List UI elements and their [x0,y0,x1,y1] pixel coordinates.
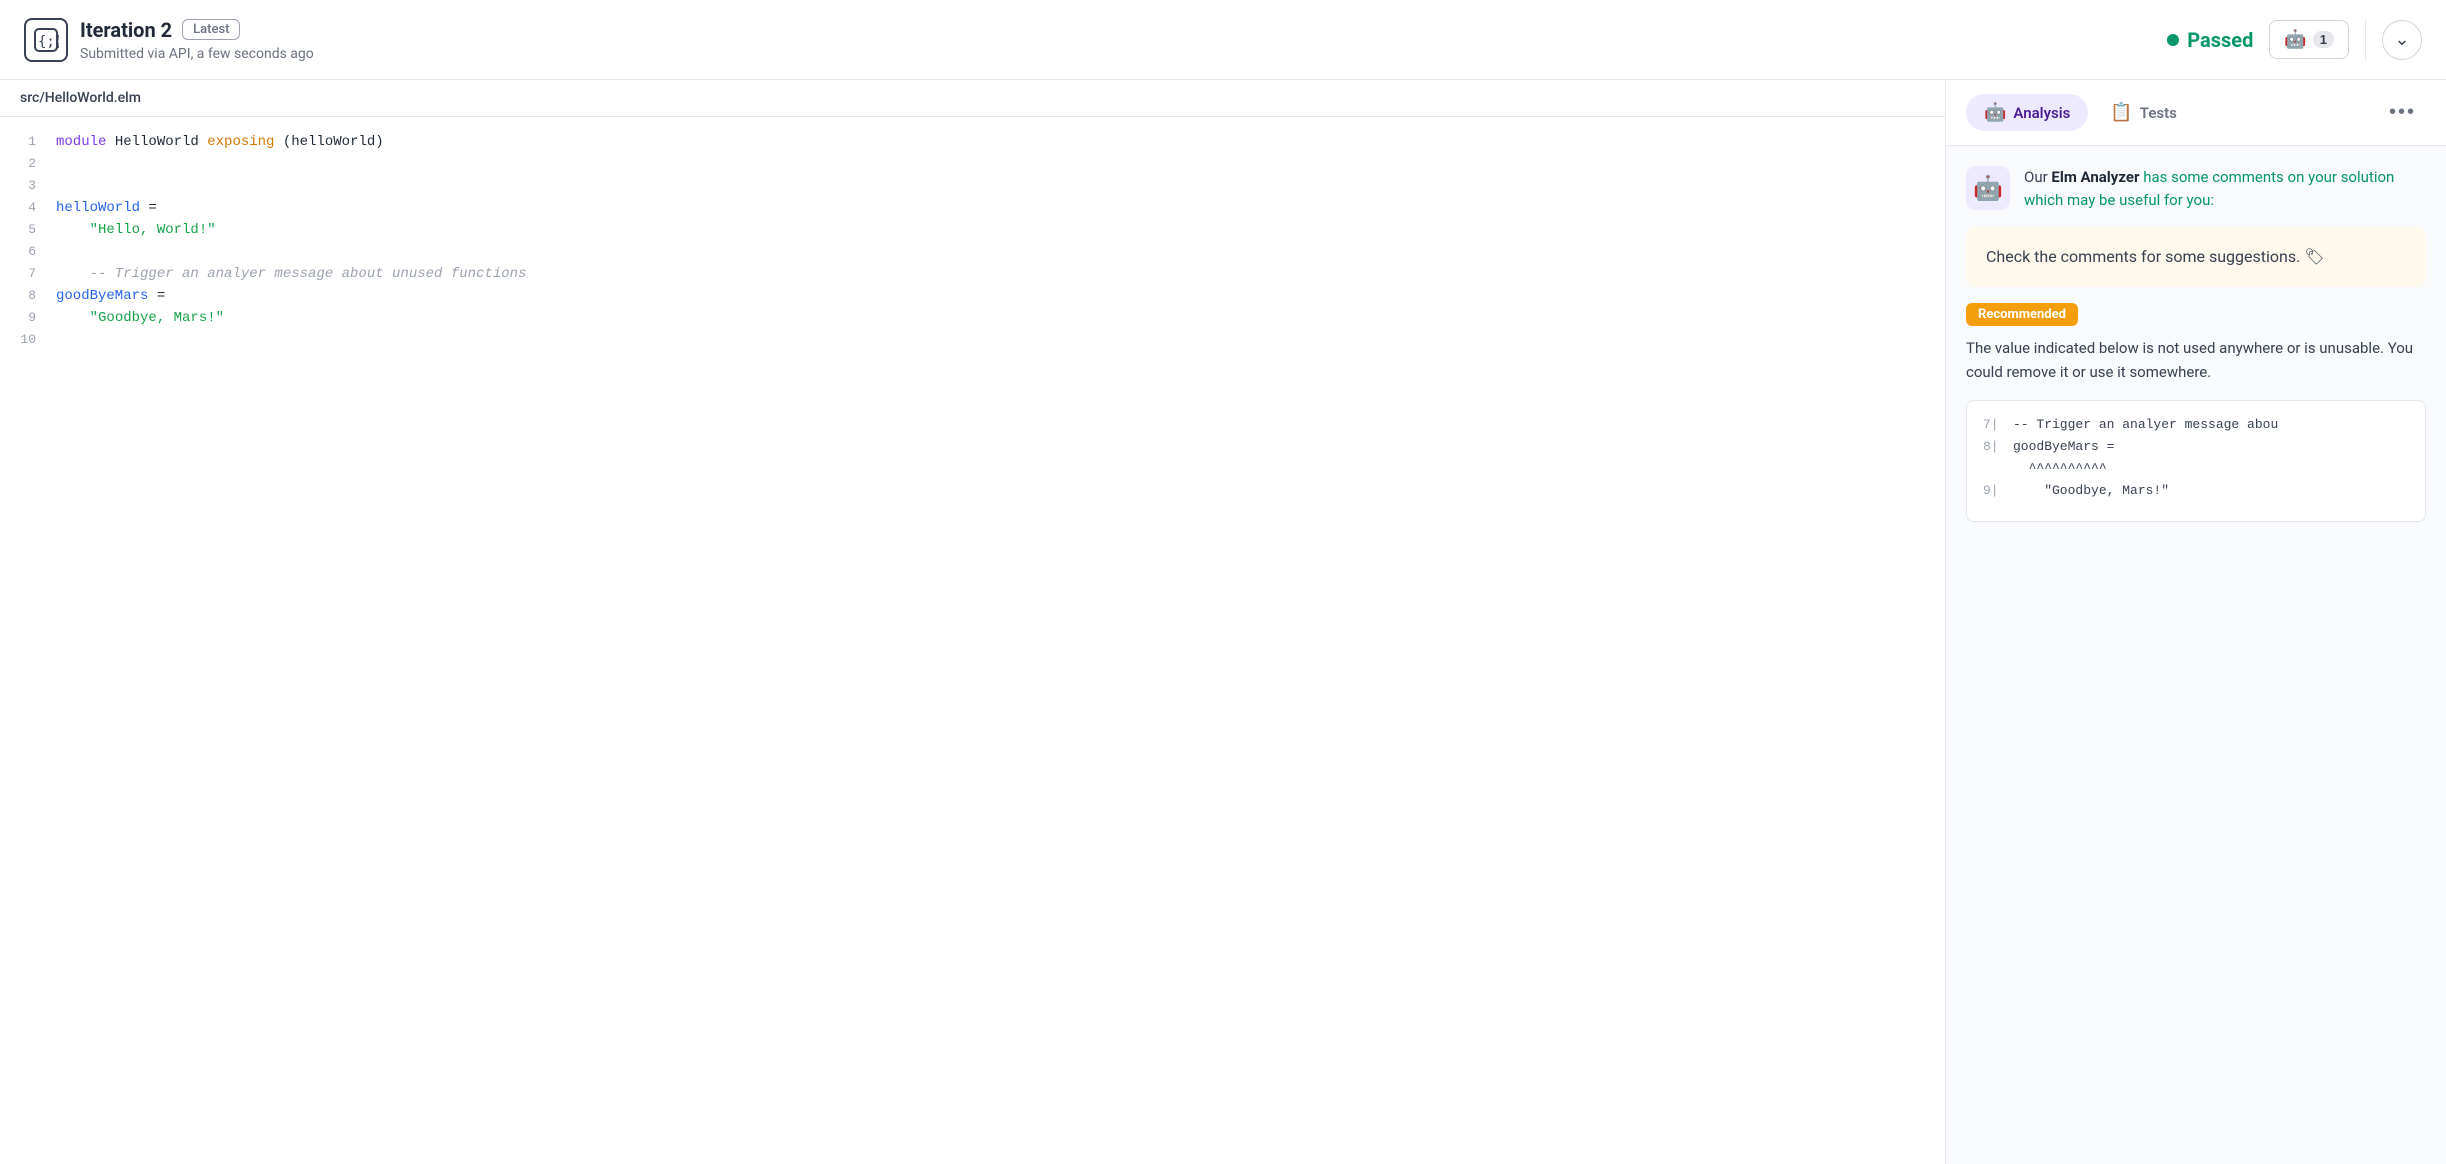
snippet-line: 8| goodByeMars = [1983,439,2409,461]
line-content: goodByeMars = [56,288,1945,304]
line-number: 2 [0,156,56,171]
code-line: 1module HelloWorld exposing (helloWorld) [0,133,1945,155]
code-token [56,222,90,238]
snippet-line-content: "Goodbye, Mars!" [2013,483,2169,505]
panel-tabs: 🤖 Analysis 📋 Tests ••• [1946,80,2446,146]
panel-content: 🤖 Our Elm Analyzer has some comments on … [1946,146,2446,1164]
code-token: -- Trigger an analyer message about unus… [56,266,526,282]
header-title-row: Iteration 2 Latest [80,18,314,42]
analyzer-bold: Elm Analyzer [2051,168,2139,186]
analyzer-description: Our Elm Analyzer has some comments on yo… [2024,166,2426,211]
code-token: exposing [207,134,274,150]
mentor-icon: 🤖 [2284,29,2306,50]
header-right: Passed 🤖 1 ⌄ [2167,20,2422,60]
passed-badge: Passed [2167,28,2253,52]
line-content: module HelloWorld exposing (helloWorld) [56,134,1945,150]
snippet-line-num: 9| [1983,483,2003,505]
snippet-line: ^^^^^^^^^^ [1983,461,2409,483]
chevron-icon: ⌄ [2394,29,2409,50]
line-number: 5 [0,222,56,237]
main-content: src/HelloWorld.elm 1module HelloWorld ex… [0,80,2446,1164]
code-line: 10 [0,331,1945,353]
iteration-icon: {;} [24,18,68,62]
code-token: = [140,200,157,216]
code-line: 7 -- Trigger an analyer message about un… [0,265,1945,287]
analysis-description-text: The value indicated below is not used an… [1966,336,2426,384]
mentor-button[interactable]: 🤖 1 [2269,20,2349,59]
header: {;} Iteration 2 Latest Submitted via API… [0,0,2446,80]
suggestion-text: Check the comments for some suggestions.… [1986,247,2325,266]
line-number: 1 [0,134,56,149]
code-line: 6 [0,243,1945,265]
tests-tab-label: Tests [2140,104,2177,122]
file-tab[interactable]: src/HelloWorld.elm [0,80,1945,117]
snippet-line-num: 8| [1983,439,2003,461]
code-line: 2 [0,155,1945,177]
passed-label: Passed [2187,28,2253,52]
code-snippet: 7| -- Trigger an analyer message abou 8| go… [1966,400,2426,522]
submitted-subtitle: Submitted via API, a few seconds ago [80,46,314,62]
snippet-line-content: -- Trigger an analyer message abou [2013,417,2278,439]
svg-text:🤖: 🤖 [1973,174,2003,202]
snippet-line-num: 7| [1983,417,2003,439]
header-info: Iteration 2 Latest Submitted via API, a … [80,18,314,62]
code-token: goodByeMars [56,288,148,304]
code-token [56,310,90,326]
suggestion-box: Check the comments for some suggestions.… [1966,227,2426,287]
code-line: 3 [0,177,1945,199]
snippet-line: 7| -- Trigger an analyer message abou [1983,417,2409,439]
line-number: 10 [0,332,56,347]
analysis-tab-icon: 🤖 [1984,102,2006,123]
tab-tests[interactable]: 📋 Tests [2092,94,2195,131]
line-content: -- Trigger an analyer message about unus… [56,266,1945,282]
line-number: 6 [0,244,56,259]
line-content: "Hello, World!" [56,222,1945,238]
snippet-line-num [1983,461,2003,483]
latest-badge: Latest [182,19,240,40]
analyzer-logo: 🤖 [1966,166,2010,210]
tab-analysis[interactable]: 🤖 Analysis [1966,94,2088,131]
code-token: "Goodbye, Mars!" [90,310,224,326]
snippet-line: 9| "Goodbye, Mars!" [1983,483,2409,505]
code-token: "Hello, World!" [90,222,216,238]
line-number: 3 [0,178,56,193]
mentor-count: 1 [2313,31,2334,48]
code-line: 8goodByeMars = [0,287,1945,309]
more-button[interactable]: ••• [2379,95,2426,130]
line-number: 8 [0,288,56,303]
code-line: 9 "Goodbye, Mars!" [0,309,1945,331]
analysis-tab-label: Analysis [2013,104,2070,122]
code-line: 4helloWorld = [0,199,1945,221]
header-left: {;} Iteration 2 Latest Submitted via API… [24,18,314,62]
code-token: module [56,134,106,150]
line-number: 7 [0,266,56,281]
code-line: 5 "Hello, World!" [0,221,1945,243]
iteration-title: Iteration 2 [80,18,172,42]
code-token: = [148,288,165,304]
line-number: 9 [0,310,56,325]
recommended-badge: Recommended [1966,303,2078,326]
code-token: helloWorld [56,200,140,216]
code-token: (helloWorld) [274,134,383,150]
analyzer-intro: 🤖 Our Elm Analyzer has some comments on … [1966,166,2426,211]
app-container: {;} Iteration 2 Latest Submitted via API… [0,0,2446,1164]
snippet-line-content: goodByeMars = [2013,439,2114,461]
header-divider [2365,20,2366,60]
line-number: 4 [0,200,56,215]
line-content: "Goodbye, Mars!" [56,310,1945,326]
right-panel: 🤖 Analysis 📋 Tests ••• 🤖 [1946,80,2446,1164]
code-token: HelloWorld [106,134,207,150]
passed-dot [2167,34,2179,46]
code-panel: src/HelloWorld.elm 1module HelloWorld ex… [0,80,1946,1164]
line-content: helloWorld = [56,200,1945,216]
snippet-line-content: ^^^^^^^^^^ [2013,461,2107,483]
svg-text:{;}: {;} [38,34,59,50]
chevron-button[interactable]: ⌄ [2382,20,2422,60]
code-area: 1module HelloWorld exposing (helloWorld)… [0,117,1945,1164]
tests-tab-icon: 📋 [2110,102,2132,123]
